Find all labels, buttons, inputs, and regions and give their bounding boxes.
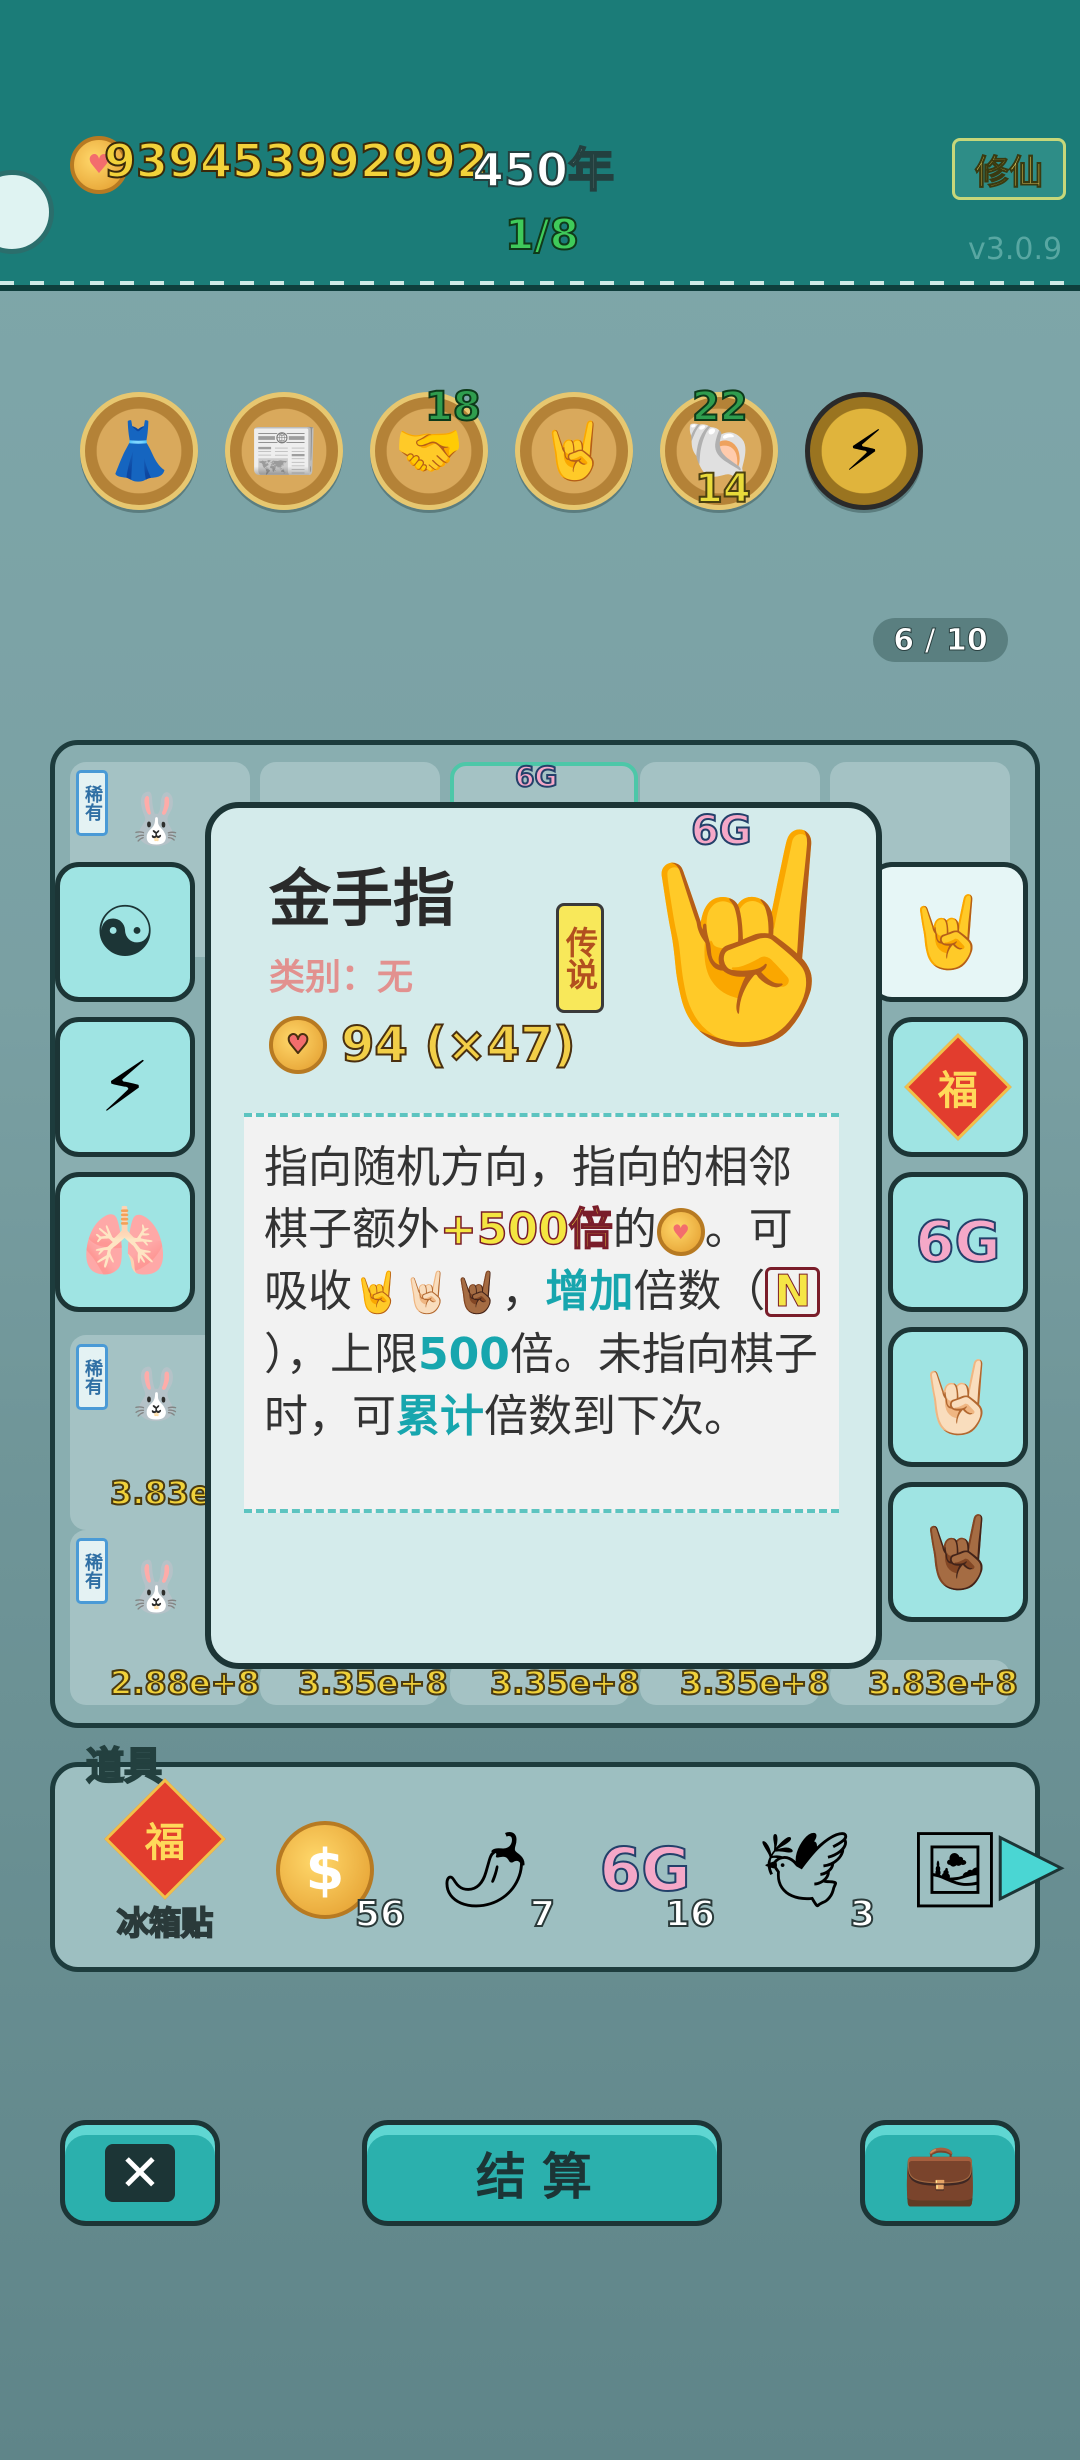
cell-value: 3.35e+8	[297, 1663, 449, 1703]
xiuxian-button[interactable]: 修仙	[952, 138, 1066, 200]
cell-value: 3.83e	[109, 1473, 212, 1513]
desc-text: ，	[501, 1266, 546, 1317]
items-label: 道具	[85, 1743, 163, 1789]
coin-icon: ♥	[269, 1016, 327, 1074]
white-hand-icon[interactable]: 🤘🏻	[888, 1327, 1028, 1467]
header-divider	[0, 281, 1080, 285]
popup-value-text: 94 (×47)	[340, 1016, 576, 1074]
golden-finger-icon: 🤘	[616, 821, 866, 1054]
cell-value: 3.35e+8	[489, 1663, 641, 1703]
items-next-arrow-icon[interactable]: ▶	[999, 1814, 1064, 1910]
brown-hand-icon[interactable]: 🤘🏾	[888, 1482, 1028, 1622]
coin-balance: 939453992992	[103, 133, 489, 189]
item-detail-popup: 金手指 类别：无 传说 6G 🤘 ♥ 94 (×47) 指向随机方向，指向的相邻…	[205, 802, 882, 1669]
desc-text: 倍数到下次。	[484, 1391, 748, 1442]
rare-tag: 稀有	[76, 1344, 108, 1410]
lightning-icon[interactable]: ⚡	[55, 1017, 195, 1157]
fridge-magnet-icon: 福	[104, 1778, 226, 1900]
relic-row: 👗 📰 🤝 🤘 🐚 ⚡	[80, 392, 923, 510]
6g-icon[interactable]: 6G	[888, 1172, 1028, 1312]
coin-icon: ♥	[656, 1208, 705, 1256]
chili-pepper-icon: 🌶	[438, 1826, 532, 1913]
time-magazine-icon[interactable]: 📰	[225, 392, 343, 510]
popup-value: ♥ 94 (×47)	[269, 1016, 576, 1074]
backpack-button[interactable]: 💼	[860, 2120, 1020, 2226]
desc-bonus: +500倍	[439, 1203, 613, 1256]
rabbit-piece-icon: 🐰	[125, 1558, 188, 1616]
cell-6g-tag: 6G	[514, 759, 558, 794]
rare-tag: 稀有	[76, 1538, 108, 1604]
yin-yang-icon[interactable]: ☯	[55, 862, 195, 1002]
year-counter: 450年	[471, 142, 615, 198]
rabbit-piece-icon: 🐰	[125, 1365, 188, 1423]
rabbit-piece-icon: 🐰	[125, 790, 188, 848]
cell-value: 3.35e+8	[679, 1663, 831, 1703]
settle-button[interactable]: 结算	[362, 2120, 722, 2226]
relic-count-shell-top: 22	[691, 383, 749, 431]
popup-description: 指向随机方向，指向的相邻棋子额外+500倍的 ♥ 。可吸收🤘🤘🏻🤘🏾，增加倍数（ N）…	[244, 1113, 839, 1513]
lightning-icon[interactable]: ⚡	[805, 392, 923, 510]
version-label: v3.0.9	[968, 232, 1063, 267]
cell-value: 3.83e+8	[867, 1663, 1019, 1703]
item-name: 冰箱贴	[116, 1903, 214, 1943]
desc-text: 的	[612, 1204, 657, 1255]
item-count: 16	[664, 1893, 716, 1936]
skirt-icon[interactable]: 👗	[80, 392, 198, 510]
desc-text: 倍数（	[633, 1266, 766, 1317]
liver-icon[interactable]: 🫁	[55, 1172, 195, 1312]
popup-title: 金手指	[269, 862, 456, 935]
rarity-tag: 传说	[556, 903, 604, 1013]
framed-picture-icon: 🖼	[908, 1826, 1002, 1913]
hand-icons: 🤘🤘🏻🤘🏾	[352, 1270, 502, 1316]
pigeon-item[interactable]: 🕊 3	[745, 1795, 876, 1945]
item-count: 56	[354, 1893, 406, 1936]
pigeon-icon: 🕊	[758, 1826, 852, 1913]
rare-tag: 稀有	[76, 770, 108, 836]
framed-picture-item[interactable]: 🖼	[905, 1795, 1005, 1945]
desc-accumulate: 累计	[396, 1391, 484, 1442]
6g-item[interactable]: 6G 16	[585, 1795, 717, 1945]
close-icon: ✕	[105, 2144, 175, 2202]
chili-pepper-item[interactable]: 🌶 7	[425, 1795, 556, 1945]
settle-label: 结算	[476, 2148, 608, 2206]
fridge-magnet-item[interactable]: 福 冰箱贴	[104, 1778, 226, 1945]
stage-progress: 1/8	[504, 209, 580, 260]
desc-n: N	[765, 1267, 821, 1317]
desc-text: ），上限	[264, 1329, 418, 1380]
golden-finger-icon[interactable]: 🤘	[868, 862, 1028, 1002]
fu-icon[interactable]: 福	[888, 1017, 1028, 1157]
relic-count-handshake: 18	[424, 383, 482, 431]
exit-button[interactable]: ✕	[60, 2120, 220, 2226]
items-list: 福 冰箱贴 $ 56 🌶 7 6G 16 🕊 3 🖼	[104, 1778, 1005, 1945]
item-count: 7	[529, 1893, 556, 1936]
briefcase-icon: 💼	[902, 2138, 978, 2209]
cell-value: 2.88e+8	[109, 1663, 261, 1703]
desc-increase: 增加	[545, 1266, 634, 1317]
relic-count-shell-bottom: 14	[694, 465, 752, 513]
rock-hand-icon[interactable]: 🤘	[515, 392, 633, 510]
board-counter: 6 / 10	[873, 618, 1008, 662]
item-count: 3	[849, 1893, 876, 1936]
popup-category: 类别：无	[269, 957, 414, 998]
desc-limit: 500	[418, 1329, 510, 1380]
dollar-coin-item[interactable]: $ 56	[265, 1795, 406, 1945]
